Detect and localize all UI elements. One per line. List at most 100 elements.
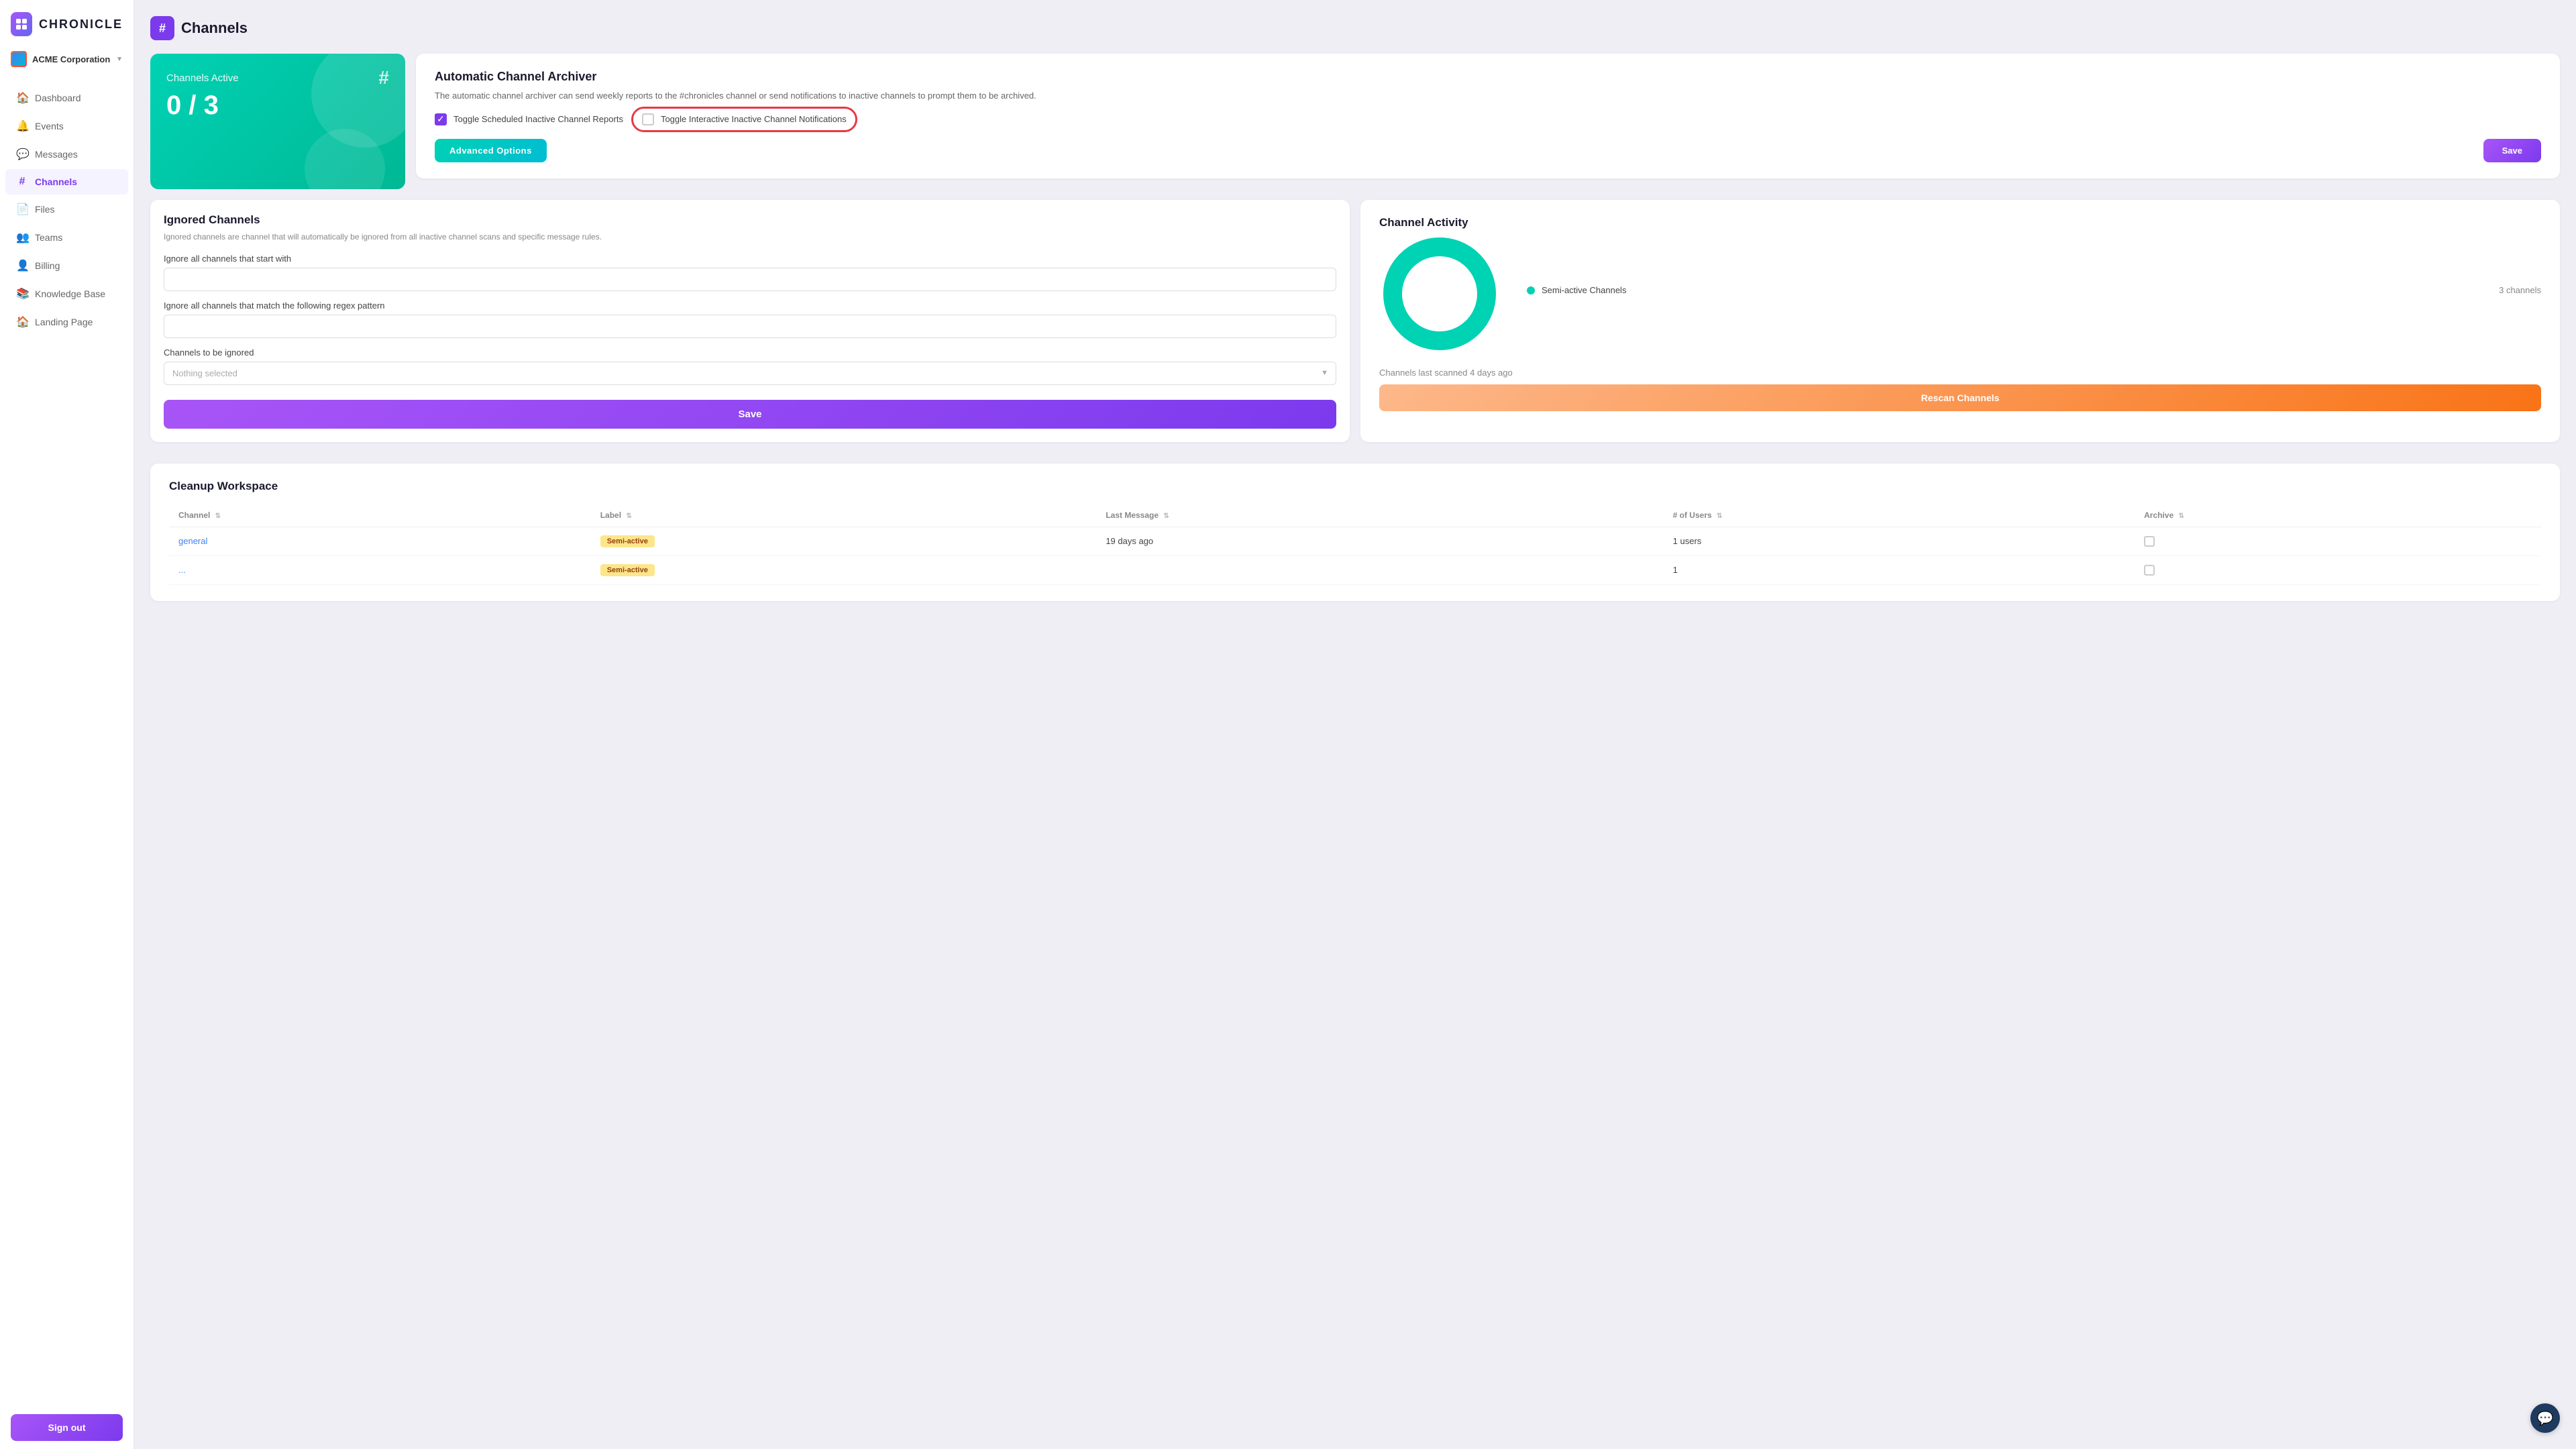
channels-select-wrapper: Nothing selected ▼ <box>164 362 1336 385</box>
chat-icon: 💬 <box>2537 1410 2554 1427</box>
starts-with-label: Ignore all channels that start with <box>164 254 1336 264</box>
col-channel: Channel ⇅ <box>169 504 591 527</box>
cell-channel: general <box>169 527 591 555</box>
toggle-interactive-wrapper: Toggle Interactive Inactive Channel Noti… <box>642 113 847 125</box>
teams-icon: 👥 <box>16 231 28 244</box>
book-icon: 📚 <box>16 287 28 301</box>
toggle-row: ✓ Toggle Scheduled Inactive Channel Repo… <box>435 113 2541 125</box>
col-users: # of Users ⇅ <box>1664 504 2135 527</box>
table-body: general Semi-active 19 days ago 1 users … <box>169 527 2541 584</box>
table-row: ... Semi-active 1 <box>169 555 2541 584</box>
org-name: ACME Corporation <box>32 54 111 64</box>
bell-icon: 🔔 <box>16 119 28 133</box>
sidebar-item-label: Channels <box>35 176 77 187</box>
home-icon: 🏠 <box>16 91 28 105</box>
toggle-scheduled-label: Toggle Scheduled Inactive Channel Report… <box>453 114 623 124</box>
cell-last-message: 19 days ago <box>1096 527 1663 555</box>
toggle-scheduled-checkbox[interactable]: ✓ <box>435 113 447 125</box>
middle-section: Ignored Channels Ignored channels are ch… <box>150 200 2560 453</box>
legend-label-semi-active: Semi-active Channels <box>1542 285 2492 295</box>
channels-to-ignore-label: Channels to be ignored <box>164 347 1336 358</box>
sidebar-item-label: Events <box>35 121 64 131</box>
regex-input[interactable] <box>164 315 1336 338</box>
cell-archive <box>2135 527 2541 555</box>
legend-count-semi-active: 3 channels <box>2499 285 2541 295</box>
table-header: Channel ⇅ Label ⇅ Last Message ⇅ # of Us… <box>169 504 2541 527</box>
channel-link-general[interactable]: general <box>178 536 207 546</box>
ignored-channels-save-button[interactable]: Save <box>164 400 1336 429</box>
sidebar-item-landing-page[interactable]: 🏠 Landing Page <box>5 309 128 335</box>
legend-item-semi-active: Semi-active Channels 3 channels <box>1527 285 2541 295</box>
cleanup-workspace-card: Cleanup Workspace Channel ⇅ Label ⇅ Last… <box>150 464 2560 601</box>
sidebar-item-label: Dashboard <box>35 93 81 103</box>
channel-activity-card: Channel Activity Semi-active Channels 3 … <box>1360 200 2560 442</box>
landing-icon: 🏠 <box>16 315 28 329</box>
rescan-channels-button[interactable]: Rescan Channels <box>1379 384 2541 411</box>
sidebar: CHRONICLE ACME Corporation ▼ 🏠 Dashboard… <box>0 0 134 1449</box>
starts-with-input[interactable] <box>164 268 1336 291</box>
table-header-row: Channel ⇅ Label ⇅ Last Message ⇅ # of Us… <box>169 504 2541 527</box>
cell-label: Semi-active <box>591 555 1097 584</box>
archive-checkbox-general[interactable] <box>2144 536 2155 547</box>
channels-to-ignore-select[interactable]: Nothing selected <box>164 362 1336 385</box>
channel-link-2[interactable]: ... <box>178 565 186 575</box>
app-name: CHRONICLE <box>39 17 123 32</box>
org-icon <box>11 51 27 67</box>
sidebar-item-billing[interactable]: 👤 Billing <box>5 252 128 279</box>
billing-icon: 👤 <box>16 259 28 272</box>
sidebar-nav: 🏠 Dashboard 🔔 Events 💬 Messages # Channe… <box>0 78 133 1406</box>
page-title: Channels <box>181 19 248 37</box>
toggle-interactive-label: Toggle Interactive Inactive Channel Noti… <box>661 114 847 124</box>
scan-info: Channels last scanned 4 days ago <box>1379 368 2541 378</box>
chat-bubble-button[interactable]: 💬 <box>2530 1403 2560 1433</box>
col-last-message: Last Message ⇅ <box>1096 504 1663 527</box>
col-label: Label ⇅ <box>591 504 1097 527</box>
sidebar-item-label: Messages <box>35 149 78 160</box>
chevron-down-icon: ▼ <box>116 56 123 63</box>
badge-semi-active: Semi-active <box>600 535 655 547</box>
sidebar-item-messages[interactable]: 💬 Messages <box>5 141 128 168</box>
sort-icon-users: ⇅ <box>1717 513 1722 520</box>
channels-to-ignore-field: Channels to be ignored Nothing selected … <box>164 347 1336 385</box>
sort-icon-archive: ⇅ <box>2178 513 2184 520</box>
regex-field: Ignore all channels that match the follo… <box>164 301 1336 338</box>
advanced-options-button[interactable]: Advanced Options <box>435 139 547 162</box>
cell-archive <box>2135 555 2541 584</box>
toggle-interactive-checkbox[interactable] <box>642 113 654 125</box>
ignored-channels-desc: Ignored channels are channel that will a… <box>164 231 1336 243</box>
regex-label: Ignore all channels that match the follo… <box>164 301 1336 311</box>
sidebar-item-label: Teams <box>35 232 62 243</box>
cell-users: 1 users <box>1664 527 2135 555</box>
sidebar-item-knowledge-base[interactable]: 📚 Knowledge Base <box>5 280 128 307</box>
sidebar-item-channels[interactable]: # Channels <box>5 169 128 195</box>
archiver-title: Automatic Channel Archiver <box>435 70 2541 84</box>
activity-legend: Semi-active Channels 3 channels <box>1527 285 2541 302</box>
cell-users: 1 <box>1664 555 2135 584</box>
sign-out-button[interactable]: Sign out <box>11 1414 123 1441</box>
badge-semi-active-2: Semi-active <box>600 564 655 576</box>
sidebar-item-teams[interactable]: 👥 Teams <box>5 224 128 251</box>
cell-label: Semi-active <box>591 527 1097 555</box>
sidebar-item-events[interactable]: 🔔 Events <box>5 113 128 140</box>
message-icon: 💬 <box>16 148 28 161</box>
sidebar-item-label: Billing <box>35 260 60 271</box>
toggle-scheduled-item: ✓ Toggle Scheduled Inactive Channel Repo… <box>435 113 623 125</box>
sidebar-item-files[interactable]: 📄 Files <box>5 196 128 223</box>
channel-activity-title: Channel Activity <box>1379 216 2541 229</box>
sidebar-item-label: Knowledge Base <box>35 288 105 299</box>
channels-active-label: Channels Active <box>166 72 389 84</box>
archiver-save-button[interactable]: Save <box>2483 139 2541 162</box>
legend-dot-semi-active <box>1527 286 1535 294</box>
sort-icon-label: ⇅ <box>626 513 631 520</box>
org-selector[interactable]: ACME Corporation ▼ <box>0 44 133 78</box>
cleanup-table: Channel ⇅ Label ⇅ Last Message ⇅ # of Us… <box>169 504 2541 585</box>
page-header: # Channels <box>150 16 2560 40</box>
sidebar-item-dashboard[interactable]: 🏠 Dashboard <box>5 85 128 111</box>
archive-checkbox-2[interactable] <box>2144 565 2155 576</box>
donut-chart <box>1379 233 1500 354</box>
sort-icon-channel: ⇅ <box>215 513 221 520</box>
channels-active-card: # Channels Active 0 / 3 <box>150 54 405 189</box>
cell-last-message <box>1096 555 1663 584</box>
archiver-description: The automatic channel archiver can send … <box>435 89 2541 103</box>
donut-container: Semi-active Channels 3 channels <box>1379 233 2541 354</box>
